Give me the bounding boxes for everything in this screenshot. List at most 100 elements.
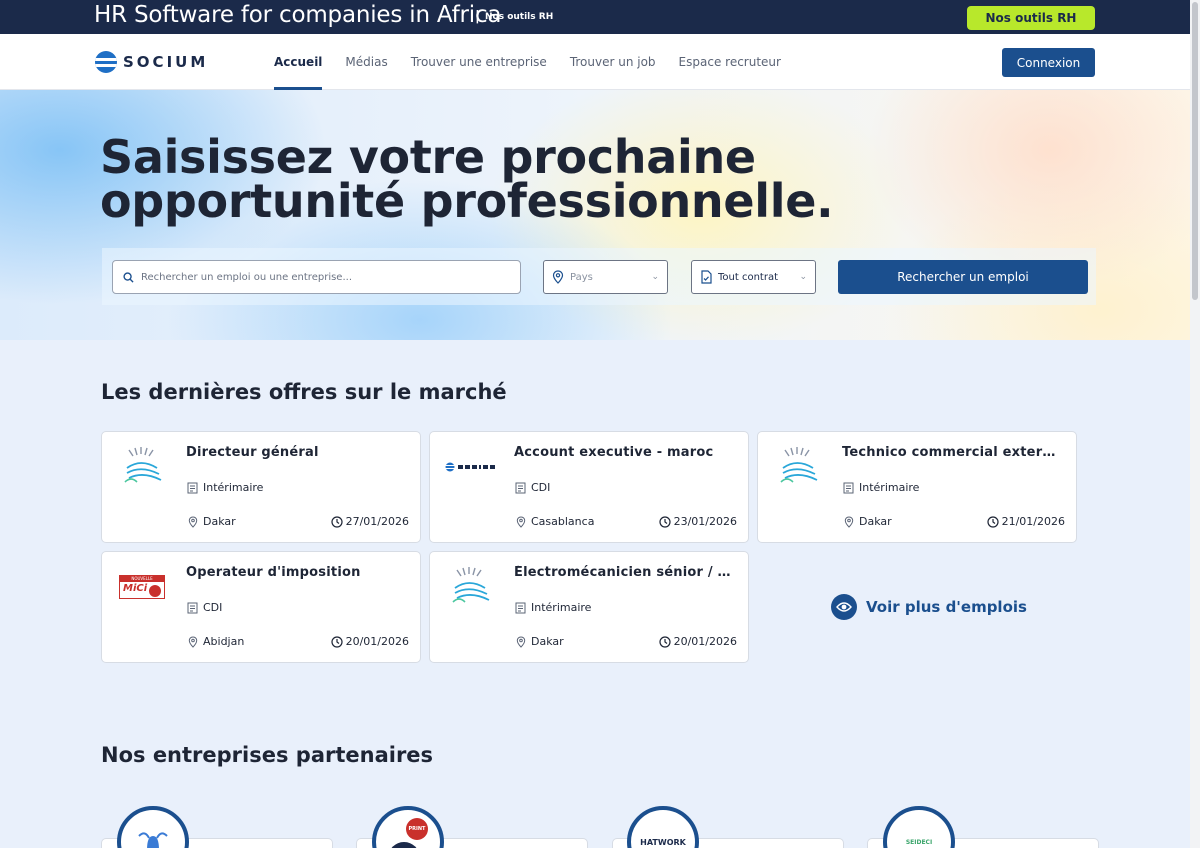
fan-logo <box>116 446 168 488</box>
job-date-value: 20/01/2026 <box>673 635 737 648</box>
job-city: Dakar <box>203 515 236 528</box>
job-card[interactable]: Électromécanicien sénior / cha… Intérima… <box>429 551 749 663</box>
job-card[interactable]: Account executive - maroc CDI Casablanca… <box>429 431 749 543</box>
job-contract: CDI <box>515 481 550 494</box>
location-pin-icon <box>552 270 564 284</box>
nav-links: Accueil Médias Trouver une entreprise Tr… <box>274 34 781 90</box>
job-contract: CDI <box>187 601 222 614</box>
chevron-down-icon: ⌄ <box>651 272 659 282</box>
job-title[interactable]: Électromécanicien sénior / cha… <box>514 565 734 580</box>
job-card[interactable]: Technico commercial externe – … Intérima… <box>757 431 1077 543</box>
nav-link-medias[interactable]: Médias <box>345 34 387 90</box>
eye-icon <box>831 594 857 620</box>
job-city: Dakar <box>859 515 892 528</box>
nav-link-espace-recruteur[interactable]: Espace recruteur <box>679 34 781 90</box>
hero-section: Saisissez votre prochaine opportunité pr… <box>0 90 1190 340</box>
job-date: 20/01/2026 <box>330 635 409 648</box>
job-date-value: 20/01/2026 <box>345 635 409 648</box>
hr-tools-button[interactable]: Nos outils RH <box>967 6 1095 30</box>
search-job-button[interactable]: Rechercher un emploi <box>838 260 1088 294</box>
location-pin-icon <box>844 515 854 528</box>
print-logo[interactable]: PRINT <box>372 806 444 848</box>
clock-icon <box>330 515 343 528</box>
job-location: Dakar <box>188 515 236 528</box>
contract-select[interactable]: Tout contrat ⌄ <box>691 260 816 294</box>
bell-logo[interactable] <box>117 806 189 848</box>
scrollbar-thumb[interactable] <box>1192 2 1198 300</box>
hero-title-line-1: Saisissez votre prochaine <box>100 130 756 184</box>
job-date: 27/01/2026 <box>330 515 409 528</box>
see-more-jobs-label: Voir plus d'emplois <box>866 598 1027 616</box>
search-box[interactable] <box>112 260 521 294</box>
job-contract-label: CDI <box>203 601 223 614</box>
location-pin-icon <box>516 515 526 528</box>
job-contract: Intérimaire <box>187 481 263 494</box>
job-date-value: 21/01/2026 <box>1001 515 1065 528</box>
document-icon <box>187 602 198 614</box>
hatwork-logo[interactable]: HATWORK <box>627 806 699 848</box>
location-pin-icon <box>188 635 198 648</box>
job-city: Abidjan <box>203 635 245 648</box>
clock-icon <box>986 515 999 528</box>
login-button[interactable]: Connexion <box>1002 48 1095 77</box>
print-logo-text: PRINT <box>406 818 428 840</box>
fan-logo <box>772 446 824 488</box>
socium-logo[interactable]: SOCIUM <box>95 51 208 73</box>
see-more-jobs-link[interactable]: Voir plus d'emplois <box>831 594 1027 620</box>
mici-logo-text: MiCi <box>123 583 148 594</box>
document-check-icon <box>700 270 712 284</box>
nav-link-trouver-job[interactable]: Trouver un job <box>570 34 656 90</box>
search-input[interactable] <box>141 271 501 283</box>
main-navigation: SOCIUM Accueil Médias Trouver une entrep… <box>0 34 1190 90</box>
promo-small-label: Nos outils RH <box>485 12 554 22</box>
fan-logo <box>444 566 496 608</box>
latest-offers-title: Les dernières offres sur le marché <box>101 380 507 404</box>
top-promo-bar: HR Software for companies in Africa | No… <box>0 0 1190 34</box>
job-contract: Intérimaire <box>843 481 919 494</box>
nav-link-trouver-entreprise[interactable]: Trouver une entreprise <box>411 34 547 90</box>
mici-logo-small-text: NOUVELLE <box>120 576 164 582</box>
clock-icon <box>658 635 671 648</box>
page-scrollbar[interactable] <box>1190 0 1200 848</box>
job-title[interactable]: Technico commercial externe – … <box>842 445 1062 460</box>
job-date-value: 27/01/2026 <box>345 515 409 528</box>
document-icon <box>515 602 526 614</box>
job-city: Casablanca <box>531 515 595 528</box>
job-title[interactable]: Operateur d'imposition <box>186 565 406 580</box>
document-icon <box>187 482 198 494</box>
job-card[interactable]: Directeur général Intérimaire Dakar 27/0… <box>101 431 421 543</box>
job-date-value: 23/01/2026 <box>673 515 737 528</box>
job-card[interactable]: NOUVELLE MiCi Operateur d'imposition CDI… <box>101 551 421 663</box>
job-location: Dakar <box>844 515 892 528</box>
job-title[interactable]: Account executive - maroc <box>514 445 734 460</box>
job-date: 21/01/2026 <box>986 515 1065 528</box>
country-select[interactable]: Pays ⌄ <box>543 260 668 294</box>
job-location: Dakar <box>516 635 564 648</box>
job-contract-label: Intérimaire <box>531 601 592 614</box>
document-icon <box>515 482 526 494</box>
seideci-logo[interactable]: SEIDECI <box>883 806 955 848</box>
clock-icon <box>658 515 671 528</box>
nav-link-accueil[interactable]: Accueil <box>274 34 323 90</box>
mici-logo: NOUVELLE MiCi <box>116 566 168 608</box>
search-panel: Pays ⌄ Tout contrat ⌄ Rechercher un empl… <box>102 248 1096 305</box>
job-contract-label: Intérimaire <box>859 481 920 494</box>
promo-title: HR Software for companies in Africa <box>94 2 502 28</box>
hero-title: Saisissez votre prochaine opportunité pr… <box>100 130 834 228</box>
document-icon <box>843 482 854 494</box>
contract-select-value: Tout contrat <box>718 271 778 283</box>
job-contract-label: CDI <box>531 481 551 494</box>
socium-logo <box>444 446 496 488</box>
location-pin-icon <box>516 635 526 648</box>
job-date: 20/01/2026 <box>658 635 737 648</box>
job-location: Abidjan <box>188 635 244 648</box>
clock-icon <box>330 635 343 648</box>
location-pin-icon <box>188 515 198 528</box>
promo-separator: | <box>475 9 480 24</box>
seideci-logo-text: SEIDECI <box>905 838 933 846</box>
job-date: 23/01/2026 <box>658 515 737 528</box>
hatwork-logo-text: HATWORK <box>640 837 686 847</box>
hero-title-line-2: opportunité professionnelle. <box>100 174 834 228</box>
job-title[interactable]: Directeur général <box>186 445 406 460</box>
logo-text: SOCIUM <box>123 53 209 71</box>
